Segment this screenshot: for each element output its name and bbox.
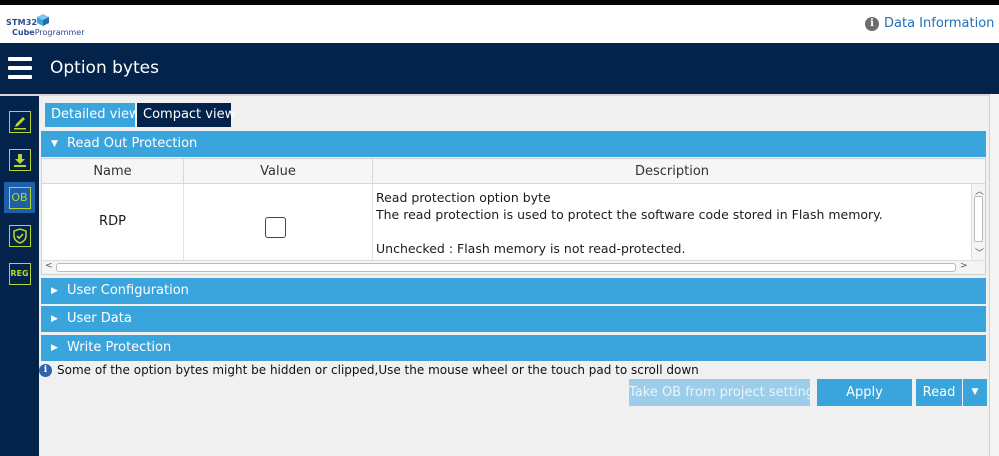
stm32cubeprogrammer-logo: STM32 CubeProgrammer [6, 13, 86, 43]
expanded-arrow-icon: ▼ [51, 139, 58, 149]
read-dropdown-chevron-icon[interactable]: ▼ [963, 379, 987, 406]
rdp-table: Name Value Description RDP Read protecti… [41, 158, 986, 275]
scroll-left-icon[interactable]: < [45, 261, 53, 271]
scroll-notice: i Some of the option bytes might be hidd… [39, 363, 699, 377]
registers-icon: REG [8, 262, 31, 285]
collapsed-arrow-icon: ▶ [51, 286, 58, 296]
option-bytes-panel: Detailed view Compact view ▼ Read Out Pr… [39, 94, 989, 456]
table-horizontal-scrollbar[interactable]: < > [42, 260, 985, 274]
section-read-out-protection[interactable]: ▼ Read Out Protection [41, 131, 986, 157]
section-user-configuration[interactable]: ▶ User Configuration [41, 278, 986, 304]
page-vertical-scrollbar[interactable] [989, 94, 999, 456]
column-header-name: Name [42, 159, 184, 184]
sidebar-item-security[interactable] [4, 220, 35, 251]
info-icon: i [865, 16, 879, 31]
sidebar-item-memory-editing[interactable] [4, 106, 35, 137]
option-bytes-icon: OB [8, 186, 31, 209]
sidebar-item-registers[interactable]: REG [4, 258, 35, 289]
desc-line: The read protection is used to protect t… [376, 207, 883, 222]
option-value-cell [184, 184, 373, 260]
logo-line2: CubeProgrammer [12, 28, 85, 37]
data-information-label: Data Information No [884, 16, 999, 31]
scroll-thumb[interactable] [56, 263, 956, 272]
hamburger-menu-icon[interactable] [8, 57, 32, 79]
security-shield-icon [8, 224, 31, 247]
logo-line1: STM32 [6, 18, 38, 27]
app-header: STM32 CubeProgrammer i Data Information … [0, 5, 999, 43]
read-button[interactable]: Read [916, 379, 962, 406]
table-vertical-scrollbar[interactable]: ︿ ﹀ [971, 184, 985, 260]
section-label: User Configuration [67, 283, 189, 298]
section-label: Read Out Protection [67, 136, 198, 151]
apply-button[interactable]: Apply [817, 379, 912, 406]
tab-detailed-view[interactable]: Detailed view [45, 103, 140, 127]
desc-line: Read protection option byte [376, 190, 551, 205]
page-title: Option bytes [50, 58, 159, 78]
logo-cube-icon [37, 14, 49, 26]
table-row: RDP Read protection option byte The read… [42, 184, 985, 260]
collapsed-arrow-icon: ▶ [51, 343, 58, 353]
column-header-value: Value [184, 159, 373, 184]
sidebar-item-option-bytes[interactable]: OB [4, 182, 35, 213]
title-bar: Option bytes [0, 43, 999, 94]
tab-compact-view[interactable]: Compact view [137, 103, 235, 127]
scroll-down-icon[interactable]: ﹀ [975, 246, 984, 259]
section-label: User Data [67, 311, 132, 326]
desc-line: Unchecked : Flash memory is not read-pro… [376, 241, 686, 256]
section-user-data[interactable]: ▶ User Data [41, 306, 986, 332]
section-write-protection[interactable]: ▶ Write Protection [41, 335, 986, 361]
data-information-link[interactable]: i Data Information No [865, 16, 999, 31]
scroll-right-icon[interactable]: > [960, 261, 968, 271]
option-name-rdp: RDP [42, 184, 184, 260]
collapsed-arrow-icon: ▶ [51, 314, 58, 324]
column-header-description: Description [634, 164, 710, 179]
scroll-thumb[interactable] [974, 196, 983, 242]
option-description: Read protection option byte The read pro… [373, 184, 971, 260]
notice-text: Some of the option bytes might be hidden… [57, 363, 699, 377]
take-ob-from-project-button[interactable]: Take OB from project settings [629, 379, 821, 406]
section-label: Write Protection [67, 340, 172, 355]
sidebar-item-erasing-programming[interactable] [4, 144, 35, 175]
edit-memory-icon [8, 110, 31, 133]
sidebar: OB REG [0, 94, 39, 456]
info-icon: i [39, 363, 52, 377]
download-icon [8, 148, 31, 171]
table-header: Name Value Description [42, 159, 985, 184]
rdp-checkbox[interactable] [265, 217, 286, 238]
